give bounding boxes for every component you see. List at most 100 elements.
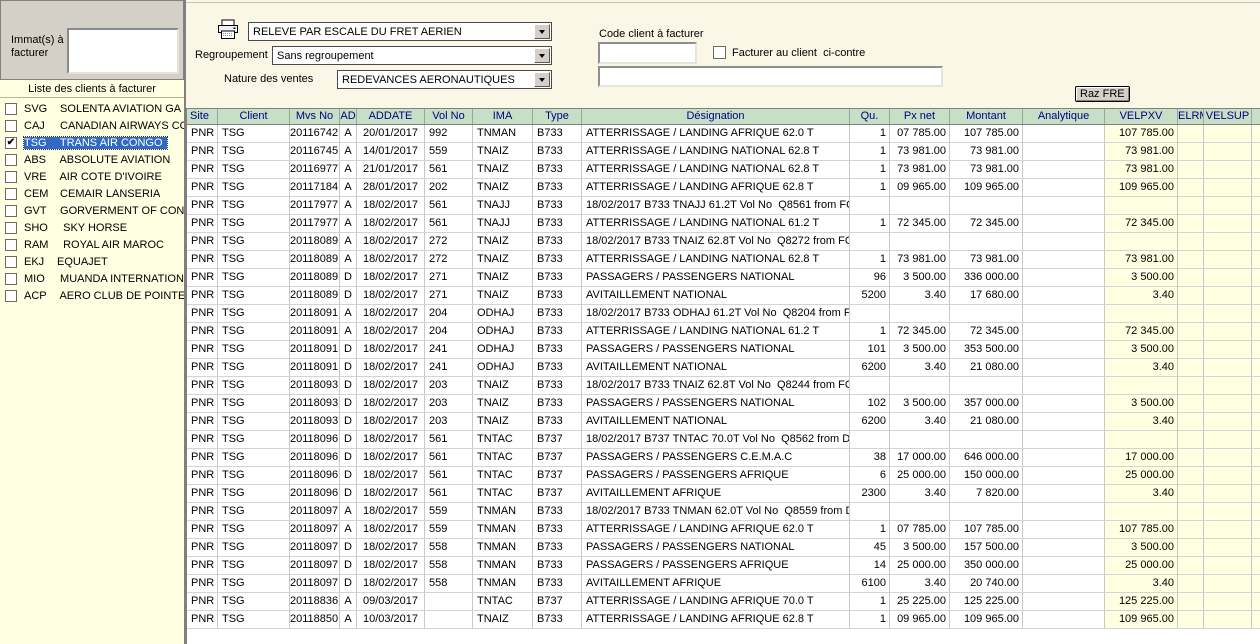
table-cell: PASSAGERS / PASSENGERS NATIONAL (582, 395, 850, 413)
table-row[interactable]: PNRTSG20118089D18/02/2017271TNAIZB733AVI… (187, 287, 1260, 305)
table-row[interactable]: PNRTSG20118097A18/02/2017559TNMANB73318/… (187, 503, 1260, 521)
table-cell (1105, 377, 1178, 395)
chevron-down-icon[interactable] (534, 24, 550, 39)
client-list-item[interactable]: VRE AIR COTE D'IVOIRE (0, 168, 184, 185)
nature-ventes-select[interactable]: REDEVANCES AERONAUTIQUES (337, 70, 552, 89)
column-header-type[interactable]: Type (533, 109, 582, 124)
client-name-input[interactable] (598, 66, 943, 87)
table-row[interactable]: PNRTSG20118091A18/02/2017204ODHAJB733ATT… (187, 323, 1260, 341)
table-row[interactable]: PNRTSG20116745A14/01/2017559TNAIZB733ATT… (187, 143, 1260, 161)
table-row[interactable]: PNRTSG20117977A18/02/2017561TNAJJB73318/… (187, 197, 1260, 215)
checkbox-icon[interactable] (5, 154, 17, 166)
table-row[interactable]: PNRTSG20118097D18/02/2017558TNMANB733PAS… (187, 557, 1260, 575)
column-header-velsup[interactable]: VELSUP (1204, 109, 1252, 124)
column-header-ima[interactable]: IMA (473, 109, 533, 124)
checkbox-icon[interactable] (5, 290, 17, 302)
table-cell: 72 345.00 (1105, 215, 1178, 233)
client-label: MIO MUANDA INTERNATIONA (24, 273, 184, 285)
table-row[interactable]: PNRTSG20116742A20/01/2017992TNMANB733ATT… (187, 125, 1260, 143)
client-list-item[interactable]: SVG SOLENTA AVIATION GA (0, 100, 184, 117)
table-cell (1178, 485, 1204, 503)
column-header-montant[interactable]: Montant (950, 109, 1023, 124)
checkbox-icon[interactable] (5, 222, 17, 234)
immat-input[interactable] (67, 28, 179, 74)
checkbox-icon[interactable] (5, 205, 17, 217)
table-row[interactable]: PNRTSG20118093D18/02/2017203TNAIZB73318/… (187, 377, 1260, 395)
client-list-item[interactable]: CEM CEMAIR LANSERIA (0, 185, 184, 202)
column-header-vol-no[interactable]: Vol No (425, 109, 473, 124)
table-cell: 73 981.00 (890, 143, 950, 161)
column-header-ad[interactable]: AD (340, 109, 357, 124)
checkbox-icon[interactable] (5, 171, 17, 183)
table-row[interactable]: PNRTSG20118097D18/02/2017558TNMANB733AVI… (187, 575, 1260, 593)
table-cell (1023, 611, 1105, 629)
table-row[interactable]: PNRTSG20117977A18/02/2017561TNAJJB733ATT… (187, 215, 1260, 233)
table-row[interactable]: PNRTSG20118097A18/02/2017559TNMANB733ATT… (187, 521, 1260, 539)
checkbox-icon[interactable] (5, 188, 17, 200)
column-header-client[interactable]: Client (218, 109, 290, 124)
column-header-site[interactable]: Site (187, 109, 218, 124)
report-type-select[interactable]: RELEVE PAR ESCALE DU FRET AERIEN (248, 22, 552, 41)
immat-label: Immat(s) à facturer (11, 34, 71, 60)
table-cell (1178, 467, 1204, 485)
regroupement-select[interactable]: Sans regroupement (272, 46, 552, 65)
table-row[interactable]: PNRTSG20118089D18/02/2017271TNAIZB733PAS… (187, 269, 1260, 287)
table-row[interactable]: PNRTSG20118836A09/03/2017TNTACB737ATTERR… (187, 593, 1260, 611)
table-cell: PNR (187, 305, 218, 323)
table-row[interactable]: PNRTSG20118091A18/02/2017204ODHAJB73318/… (187, 305, 1260, 323)
column-header-addate[interactable]: ADDATE (357, 109, 425, 124)
client-list-item[interactable]: EKJEQUAJET (0, 253, 184, 270)
table-cell (950, 197, 1023, 215)
table-row[interactable]: PNRTSG20118096D18/02/2017561TNTACB737PAS… (187, 449, 1260, 467)
table-row[interactable]: PNRTSG20118089A18/02/2017272TNAIZB73318/… (187, 233, 1260, 251)
table-row[interactable]: PNRTSG20118096D18/02/2017561TNTACB737AVI… (187, 485, 1260, 503)
column-header-elrm[interactable]: ELRM (1178, 109, 1204, 124)
table-cell: D (340, 359, 357, 377)
table-cell: 3.40 (1105, 413, 1178, 431)
table-row[interactable]: PNRTSG20118093D18/02/2017203TNAIZB733PAS… (187, 395, 1260, 413)
checkbox-icon[interactable] (5, 239, 17, 251)
table-cell (425, 593, 473, 611)
checkbox-icon[interactable] (5, 273, 17, 285)
client-list-item[interactable]: ABS ABSOLUTE AVIATION (0, 151, 184, 168)
table-cell: PASSAGERS / PASSENGERS C.E.M.A.C (582, 449, 850, 467)
column-header-analytique[interactable]: Analytique (1023, 109, 1105, 124)
client-list-item[interactable]: CAJ CANADIAN AIRWAYS CO (0, 117, 184, 134)
table-row[interactable]: PNRTSG20118096D18/02/2017561TNTACB73718/… (187, 431, 1260, 449)
column-header-mvs-no[interactable]: Mvs No (290, 109, 340, 124)
table-row[interactable]: PNRTSG20118091D18/02/2017241ODHAJB733AVI… (187, 359, 1260, 377)
table-row[interactable]: PNRTSG20118096D18/02/2017561TNTACB737PAS… (187, 467, 1260, 485)
checkbox-icon[interactable] (5, 120, 17, 132)
table-cell: 09 965.00 (890, 179, 950, 197)
table-row[interactable]: PNRTSG20118091D18/02/2017241ODHAJB733PAS… (187, 341, 1260, 359)
raz-fre-button[interactable]: Raz FRE (1075, 86, 1130, 102)
checkbox-icon[interactable] (5, 256, 17, 268)
checkbox-checked-icon[interactable]: ✔ (5, 137, 17, 149)
column-header-d-signation[interactable]: Désignation (582, 109, 850, 124)
client-list-item[interactable]: GVT GORVERMENT OF CONG (0, 202, 184, 219)
column-header-velpxv[interactable]: VELPXV (1105, 109, 1178, 124)
table-cell (1252, 557, 1260, 575)
code-client-input[interactable] (598, 42, 697, 64)
client-list-item[interactable]: SHO SKY HORSE (0, 219, 184, 236)
client-list-item[interactable]: RAM ROYAL AIR MAROC (0, 236, 184, 253)
chevron-down-icon[interactable] (534, 72, 550, 87)
client-list-item[interactable]: ACP AERO CLUB DE POINTE I (0, 287, 184, 304)
table-row[interactable]: PNRTSG20118097D18/02/2017558TNMANB733PAS… (187, 539, 1260, 557)
table-row[interactable]: PNRTSG20118093D18/02/2017203TNAIZB733AVI… (187, 413, 1260, 431)
table-cell: D (340, 269, 357, 287)
column-header-px-net[interactable]: Px net (890, 109, 950, 124)
table-row[interactable]: PNRTSG20118089A18/02/2017272TNAIZB733ATT… (187, 251, 1260, 269)
client-list-item[interactable]: ✔TSG TRANS AIR CONGO (0, 134, 184, 151)
table-cell: 73 981.00 (1105, 251, 1178, 269)
checkbox-icon[interactable] (5, 103, 17, 115)
table-row[interactable]: PNRTSG20118850A10/03/2017TNAIZB733ATTERR… (187, 611, 1260, 629)
facturer-checkbox[interactable] (713, 46, 726, 59)
client-list-item[interactable]: MIO MUANDA INTERNATIONA (0, 270, 184, 287)
client-label: GVT GORVERMENT OF CONG (24, 205, 184, 217)
table-row[interactable]: PNRTSG20116977A21/01/2017561TNAIZB733ATT… (187, 161, 1260, 179)
table-row[interactable]: PNRTSG20117184A28/01/2017202TNAIZB733ATT… (187, 179, 1260, 197)
chevron-down-icon[interactable] (534, 48, 550, 63)
column-header-qu[interactable]: Qu. (850, 109, 890, 124)
printer-icon[interactable] (216, 19, 240, 40)
